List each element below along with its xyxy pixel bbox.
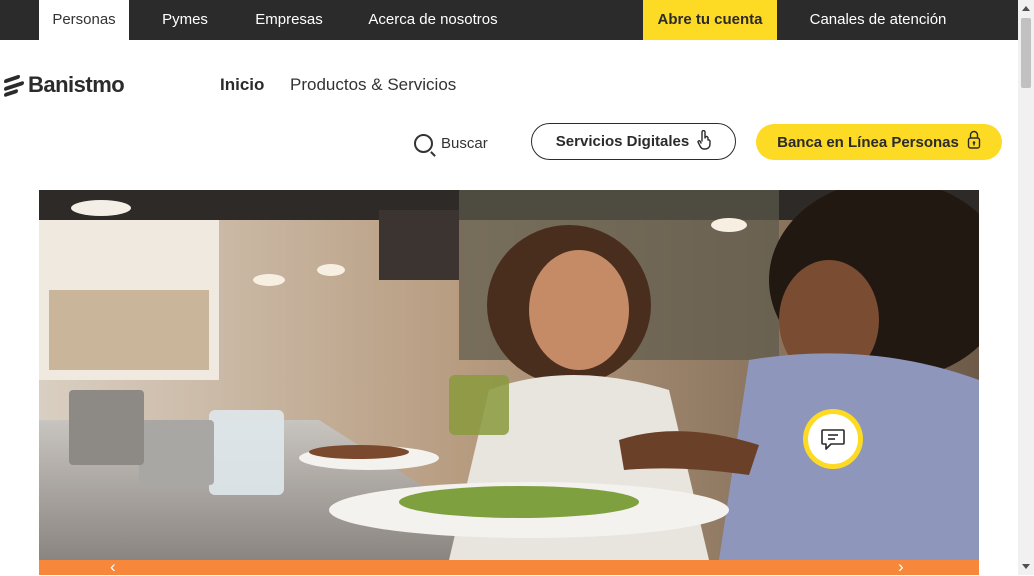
digital-services-label: Servicios Digitales <box>555 133 690 150</box>
tab-acerca-de-nosotros[interactable]: Acerca de nosotros <box>358 0 508 40</box>
touch-hand-icon <box>697 129 711 154</box>
tab-empresas[interactable]: Empresas <box>244 0 334 40</box>
slider-prev-arrow-icon[interactable]: ‹ <box>110 558 116 575</box>
vertical-scrollbar[interactable] <box>1018 0 1034 575</box>
scrollbar-thumb[interactable] <box>1021 18 1031 88</box>
lock-icon <box>967 130 981 154</box>
hero-illustration <box>39 190 979 560</box>
chat-button-inner <box>808 414 858 464</box>
nav-inicio[interactable]: Inicio <box>220 75 264 95</box>
banistmo-logo-mark-icon <box>4 74 24 98</box>
tab-personas[interactable]: Personas <box>39 0 129 40</box>
slider-next-arrow-icon[interactable]: › <box>898 558 904 575</box>
scroll-down-arrow-icon[interactable] <box>1022 564 1030 569</box>
top-navigation-bar: Personas Pymes Empresas Acerca de nosotr… <box>0 0 1018 40</box>
slider-bar <box>39 560 979 575</box>
search-button[interactable]: Buscar <box>414 131 488 155</box>
contact-channels-link[interactable]: Canales de atención <box>796 0 960 40</box>
banistmo-logo[interactable]: Banistmo <box>4 70 125 100</box>
tab-pymes[interactable]: Pymes <box>146 0 224 40</box>
online-banking-label: Banca en Línea Personas <box>777 133 959 151</box>
scroll-up-arrow-icon[interactable] <box>1022 6 1030 11</box>
search-label: Buscar <box>441 134 488 152</box>
online-banking-button[interactable]: Banca en Línea Personas <box>756 124 1002 160</box>
chat-button[interactable] <box>803 409 863 469</box>
nav-productos-servicios[interactable]: Productos & Servicios <box>290 75 456 95</box>
open-account-button[interactable]: Abre tu cuenta <box>643 0 777 40</box>
hero-banner-image[interactable] <box>39 190 979 560</box>
digital-services-button[interactable]: Servicios Digitales <box>531 123 736 160</box>
search-icon <box>414 133 433 153</box>
chat-icon <box>821 429 845 450</box>
logo-text: Banistmo <box>28 72 125 97</box>
